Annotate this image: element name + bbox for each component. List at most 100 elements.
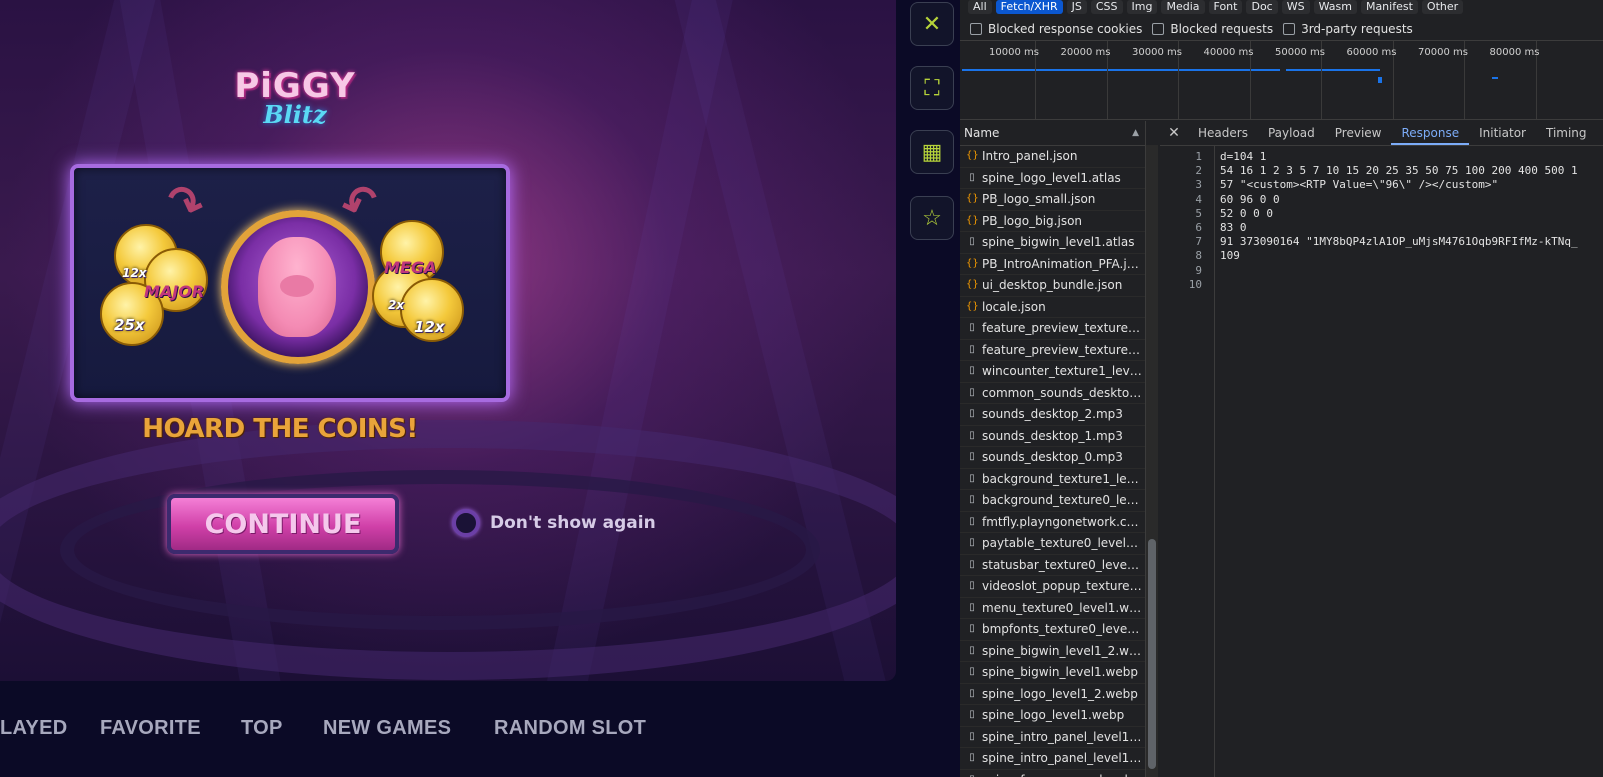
request-row[interactable]: ▯ common_sounds_desktop.m... [960, 383, 1145, 404]
response-line: 52 0 0 0 [1220, 206, 1273, 220]
request-row[interactable]: ▯ feature_preview_texture0_lev... [960, 340, 1145, 361]
request-row[interactable]: ▯ spine_logo_level1.webp [960, 705, 1145, 727]
filter-chip-doc[interactable]: Doc [1246, 0, 1278, 14]
request-name: spine_intro_panel_level1.webp [982, 751, 1142, 765]
blocked-requests-check[interactable]: Blocked requests [1152, 22, 1273, 36]
request-row[interactable]: ▯ spine_bigwin_level1.atlas [960, 232, 1145, 254]
radio-icon[interactable] [452, 509, 480, 537]
line-number: 5 [1195, 206, 1202, 220]
request-name: fmtfly.playngonetwork.com [982, 514, 1142, 529]
request-row[interactable]: ▯ sounds_desktop_1.mp3 [960, 426, 1145, 447]
filter-chip-font[interactable]: Font [1208, 0, 1243, 14]
filter-chip-js[interactable]: JS [1066, 0, 1087, 14]
filter-chip-all[interactable]: All [968, 0, 992, 14]
tab-timing[interactable]: Timing [1536, 121, 1597, 145]
checkbox[interactable] [1152, 23, 1165, 35]
request-row[interactable]: ▯ spine_fs_summary_level1_2.w... [960, 770, 1145, 777]
json-icon: {} [966, 279, 979, 290]
continue-button[interactable]: CONTINUE [167, 494, 399, 554]
request-row[interactable]: ▯ fmtfly.playngonetwork.com [960, 512, 1145, 533]
timeline-tick-label: 50000 ms [1275, 47, 1325, 58]
dont-show-again-toggle[interactable]: Don't show again [452, 509, 656, 537]
request-row[interactable]: ▯ videoslot_popup_texture0_le... [960, 576, 1145, 598]
checkbox[interactable] [970, 23, 982, 35]
name-column-header[interactable]: Name ▲ [960, 121, 1145, 146]
request-row[interactable]: ▯ bmpfonts_texture0_level1.png [960, 619, 1145, 641]
tab-preview[interactable]: Preview [1325, 121, 1392, 145]
close-details-icon[interactable]: ✕ [1160, 125, 1188, 141]
request-row[interactable]: {} PB_IntroAnimation_PFA.json [960, 254, 1145, 275]
network-timeline[interactable]: 10000 ms 20000 ms 30000 ms 40000 ms 50000 ms… [960, 40, 1603, 120]
filter-chip-css[interactable]: CSS [1090, 0, 1123, 14]
nav-item-top[interactable]: TOP [241, 717, 283, 740]
tab-response[interactable]: Response [1391, 121, 1470, 145]
filter-chip-wasm[interactable]: Wasm [1313, 0, 1357, 14]
third-party-requests-check[interactable]: 3rd-party requests [1283, 22, 1413, 36]
request-name: sounds_desktop_1.mp3 [982, 428, 1123, 443]
game-grid-button[interactable]: ▦ [910, 130, 954, 174]
request-row[interactable]: ▯ spine_logo_level1_2.webp [960, 684, 1145, 705]
filter-chip-manifest[interactable]: Manifest [1360, 0, 1418, 14]
nav-item-random-slot[interactable]: RANDOM SLOT [494, 717, 646, 740]
request-row[interactable]: ▯ sounds_desktop_2.mp3 [960, 404, 1145, 426]
request-list-scrollbar[interactable] [1146, 145, 1158, 777]
file-icon: ▯ [969, 386, 975, 398]
file-icon: ▯ [969, 537, 975, 548]
game-viewport: PiGGY Blitz ↷ ↶ 12x 25x MAJOR MEGA 2x 12… [0, 0, 896, 681]
scrollbar-thumb[interactable] [1148, 539, 1156, 769]
request-name: menu_texture0_level1.webp [982, 600, 1142, 615]
request-row[interactable]: ▯ spine_logo_level1.atlas [960, 168, 1145, 189]
request-row[interactable]: ▯ background_texture0_level1.... [960, 490, 1145, 512]
filter-chip-media[interactable]: Media [1161, 0, 1205, 14]
line-number: 9 [1195, 263, 1202, 277]
request-name: PB_IntroAnimation_PFA.json [982, 256, 1142, 271]
request-row[interactable]: ▯ wincounter_texture1_level1.p... [960, 361, 1145, 383]
nav-item-new-games[interactable]: NEW GAMES [323, 717, 451, 740]
filter-chip-img[interactable]: Img [1126, 0, 1158, 14]
tab-initiator[interactable]: Initiator [1469, 121, 1536, 145]
request-row[interactable]: ▯ spine_intro_panel_level1_2.w... [960, 727, 1145, 748]
timeline-tick-label: 10000 ms [989, 47, 1039, 58]
json-icon: {} [966, 193, 979, 204]
request-row[interactable]: ▯ feature_preview_texture1_lev... [960, 318, 1145, 340]
nav-item-played[interactable]: LAYED [0, 717, 67, 740]
request-name: sounds_desktop_2.mp3 [982, 407, 1123, 421]
check-label: 3rd-party requests [1301, 22, 1413, 36]
tab-headers[interactable]: Headers [1188, 121, 1258, 145]
bottom-nav: LAYED FAVORITE TOP NEW GAMES RANDOM SLOT [0, 705, 960, 761]
blocked-response-cookies-check[interactable]: Blocked response cookies [970, 22, 1142, 36]
request-row[interactable]: ▯ menu_texture0_level1.webp [960, 598, 1145, 619]
request-name: background_texture0_level1.... [982, 493, 1142, 507]
response-viewer: 1 2 3 4 5 6 7 8 9 10 d=104 1 54 16 1 2 3 5 7 10 15… [1160, 146, 1603, 777]
json-icon: {} [966, 257, 979, 269]
major-badge: MAJOR [144, 282, 205, 301]
fullscreen-button[interactable]: ⛶ [910, 66, 954, 110]
request-name: spine_bigwin_level1_2.webp [982, 643, 1142, 658]
request-row[interactable]: {} locale.json [960, 297, 1145, 318]
request-row[interactable]: ▯ background_texture1_level1.j... [960, 469, 1145, 490]
timeline-tick-label: 80000 ms [1489, 47, 1540, 58]
close-button[interactable]: ✕ [910, 2, 954, 46]
filter-chip-other[interactable]: Other [1421, 0, 1464, 14]
request-row[interactable]: ▯ paytable_texture0_level1.webp [960, 533, 1145, 555]
nav-item-favorite[interactable]: FAVORITE [100, 717, 201, 740]
feature-panel: ↷ ↶ 12x 25x MAJOR MEGA 2x 12x [70, 164, 510, 402]
tab-payload[interactable]: Payload [1258, 121, 1325, 145]
request-row[interactable]: ▯ spine_bigwin_level1.webp [960, 662, 1145, 684]
request-row[interactable]: ▯ spine_bigwin_level1_2.webp [960, 641, 1145, 662]
request-row[interactable]: ▯ spine_intro_panel_level1.webp [960, 748, 1145, 770]
filter-chip-fetch-xhr[interactable]: Fetch/XHR [995, 0, 1063, 14]
request-row[interactable]: ▯ sounds_desktop_0.mp3 [960, 447, 1145, 469]
line-number: 8 [1195, 249, 1202, 263]
arrow-icon: ↷ [158, 174, 211, 233]
request-row[interactable]: {} PB_logo_big.json [960, 211, 1145, 232]
favorite-button[interactable]: ☆ [910, 196, 954, 240]
request-row[interactable]: {} ui_desktop_bundle.json [960, 275, 1145, 297]
checkbox[interactable] [1283, 23, 1296, 35]
request-name: spine_logo_level1_2.webp [982, 686, 1138, 701]
request-row[interactable]: {} PB_logo_small.json [960, 189, 1145, 211]
filter-chip-ws[interactable]: WS [1281, 0, 1310, 14]
request-row[interactable]: {} Intro_panel.json [960, 146, 1145, 168]
request-row[interactable]: ▯ statusbar_texture0_level1.png [960, 555, 1145, 576]
coin-multiplier: 2x [388, 298, 405, 312]
